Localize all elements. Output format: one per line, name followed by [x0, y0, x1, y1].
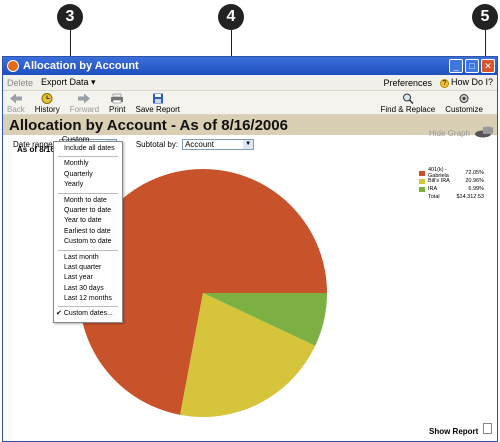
dropdown-separator: [58, 249, 118, 251]
history-icon: [41, 93, 53, 104]
date-option[interactable]: Monthly: [54, 159, 122, 169]
callout-5: 5: [472, 4, 498, 30]
date-option[interactable]: Month to date: [54, 196, 122, 206]
close-button[interactable]: ✕: [481, 59, 495, 73]
callout-4: 4: [218, 4, 244, 30]
magnifier-icon: [402, 93, 414, 104]
legend-name: IRA: [428, 186, 438, 192]
hide-graph-button[interactable]: Hide Graph: [429, 129, 470, 138]
graph-toggle-icon[interactable]: [473, 125, 493, 139]
customize-icon: [459, 94, 469, 103]
find-replace-label: Find & Replace: [380, 105, 436, 114]
legend-total-row: Total $14,312.53: [419, 193, 484, 201]
date-option[interactable]: Earliest to date: [54, 227, 122, 237]
date-option[interactable]: Quarterly: [54, 170, 122, 180]
help-icon: ?: [439, 79, 449, 88]
legend-total-label: Total: [428, 194, 440, 200]
date-option[interactable]: Last 12 months: [54, 294, 122, 304]
date-range-dropdown: Include all dates Monthly Quarterly Year…: [53, 141, 123, 323]
date-option[interactable]: Last month: [54, 253, 122, 263]
date-option[interactable]: Custom to date: [54, 237, 122, 247]
document-icon[interactable]: [483, 423, 492, 434]
window-title: Allocation by Account: [23, 60, 139, 72]
legend-swatch: [419, 186, 425, 192]
menu-bar: Delete Export Data ▾ Preferences ? How Do…: [3, 75, 497, 91]
legend-row: 401(k) - Gabriela 72.05%: [419, 167, 484, 179]
report-heading: Allocation by Account - As of 8/16/2006: [3, 115, 497, 135]
subtotal-label: Subtotal by:: [135, 139, 179, 149]
menu-export-data[interactable]: Export Data ▾: [41, 77, 96, 88]
legend-value: 72.05%: [465, 170, 484, 176]
menu-preferences[interactable]: Preferences: [383, 78, 432, 88]
date-option[interactable]: Year to date: [54, 216, 122, 226]
menu-delete[interactable]: Delete: [7, 78, 33, 88]
date-option[interactable]: Yearly: [54, 180, 122, 190]
date-option[interactable]: Include all dates: [54, 144, 122, 154]
legend-name: Bill's IRA: [428, 178, 450, 184]
forward-arrow-icon: [78, 93, 91, 104]
legend-value: 20.96%: [465, 178, 484, 184]
date-option[interactable]: Quarter to date: [54, 206, 122, 216]
subtotal-value: Account: [185, 139, 214, 149]
legend-value: 6.99%: [468, 186, 484, 192]
date-option[interactable]: Last 30 days: [54, 284, 122, 294]
find-replace-button[interactable]: Find & Replace: [380, 93, 436, 114]
app-icon: [7, 60, 19, 72]
floppy-disk-icon: [152, 93, 163, 104]
date-option-selected[interactable]: ✔ Custom dates...: [54, 309, 122, 319]
customize-button[interactable]: Customize: [445, 93, 483, 114]
date-option-label: Custom dates...: [63, 310, 113, 318]
how-do-i-label: How Do I?: [450, 77, 493, 87]
legend-row: IRA 6.99%: [419, 185, 484, 193]
screenshot: 3 4 5 Allocation by Account _ □ ✕ Delete…: [0, 0, 500, 442]
chevron-down-icon: ▼: [243, 139, 254, 149]
printer-icon: [111, 93, 124, 104]
forward-button[interactable]: Forward: [70, 93, 99, 114]
minimize-button[interactable]: _: [449, 59, 463, 73]
save-report-button[interactable]: Save Report: [135, 93, 180, 114]
toolbar: Back History Forward Print Save Report F…: [3, 91, 497, 115]
date-option[interactable]: Last quarter: [54, 263, 122, 273]
chart-legend: 401(k) - Gabriela 72.05% Bill's IRA 20.9…: [419, 167, 484, 201]
callout-5-line: [485, 30, 486, 58]
as-of-label: As of 8/16,: [17, 145, 58, 154]
legend-row: Bill's IRA 20.96%: [419, 177, 484, 185]
callout-3: 3: [57, 4, 83, 30]
back-button[interactable]: Back: [7, 93, 25, 114]
print-button[interactable]: Print: [109, 93, 125, 114]
subtotal-select[interactable]: Account ▼: [182, 138, 255, 150]
maximize-button[interactable]: □: [465, 59, 479, 73]
print-label: Print: [109, 105, 126, 114]
menu-how-do-i[interactable]: ? How Do I?: [439, 77, 493, 88]
history-button[interactable]: History: [35, 93, 60, 114]
legend-swatch: [419, 178, 425, 184]
back-label: Back: [7, 105, 25, 114]
show-report-button[interactable]: Show Report: [429, 427, 478, 436]
dropdown-separator: [58, 156, 118, 158]
legend-total-value: $14,312.53: [456, 194, 484, 200]
title-bar[interactable]: Allocation by Account _ □ ✕: [3, 57, 497, 75]
back-arrow-icon: [9, 93, 22, 104]
forward-label: Forward: [69, 105, 100, 114]
checkmark-icon: ✔: [56, 310, 64, 318]
report-window: Allocation by Account _ □ ✕ Delete Expor…: [2, 56, 498, 442]
legend-swatch: [419, 170, 425, 176]
dropdown-separator: [58, 306, 118, 308]
customize-label: Customize: [445, 105, 483, 114]
save-report-label: Save Report: [135, 105, 180, 114]
history-label: History: [34, 105, 60, 114]
dropdown-separator: [58, 192, 118, 194]
date-option[interactable]: Last year: [54, 273, 122, 283]
